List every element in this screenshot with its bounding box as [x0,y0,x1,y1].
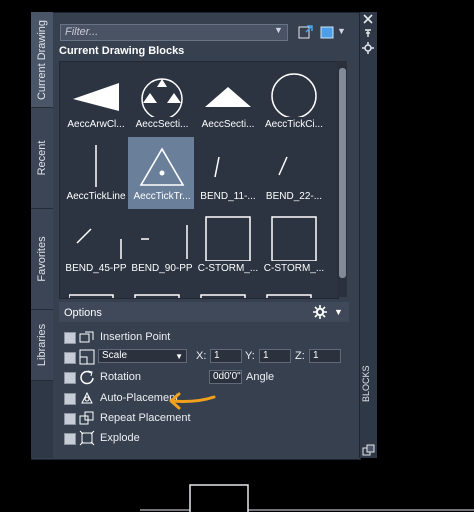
repeat-placement-label: Repeat Placement [100,412,191,424]
arrow-block-icon [73,83,119,111]
import-blocks-icon[interactable] [298,25,314,40]
block-item[interactable]: AeccTickCi... [260,65,326,137]
rotation-label: Rotation [100,371,141,383]
block-label: AeccTickLine [66,191,126,202]
block-label: BEND_22-... [265,191,323,202]
gear-icon[interactable] [313,305,327,319]
block-item[interactable]: AeccSecti... [128,65,194,137]
close-icon[interactable] [363,14,373,24]
scale-checkbox[interactable] [64,352,76,364]
insertion-point-option[interactable]: Insertion Point [64,328,354,346]
block-item[interactable]: C-STORM_... [194,209,260,281]
bend-block-icon [278,156,288,176]
block-item[interactable]: BEND_45-PP [62,209,128,281]
rotation-icon [80,370,94,385]
tab-current-drawing[interactable]: Current Drawing [31,12,53,108]
tab-recent[interactable]: Recent [31,108,53,209]
section-block-icon [205,87,251,107]
rotation-option[interactable]: Rotation 0d0'0" Angle [64,368,354,386]
bend-block-icon [141,225,188,259]
pin-icon[interactable] [363,28,373,38]
insertion-point-label: Insertion Point [100,331,171,343]
block-label: AeccTickTr... [133,191,191,202]
block-label: C-STORM_... [197,263,259,274]
repeat-placement-icon [79,411,94,425]
annotation-arrow-icon [169,392,216,410]
tab-libraries[interactable]: Libraries [31,310,53,381]
tab-label: Recent [36,140,48,176]
block-item[interactable]: BEND_11-... [194,137,260,209]
options-header[interactable] [59,302,349,322]
chevron-down-icon[interactable]: ▼ [274,25,283,35]
repeat-placement-option[interactable]: Repeat Placement [64,409,354,427]
y-scale-field[interactable]: 1 [259,349,291,363]
x-label: X: [196,350,207,362]
insertion-point-icon [79,331,94,343]
z-label: Z: [295,350,305,362]
palette-tabs: Current Drawing Recent Favorites Librari… [31,12,53,458]
block-item[interactable]: BEND_22-... [260,137,326,209]
block-label: AeccSecti... [201,119,255,130]
block-label: C-STORM_... [263,263,325,274]
y-label: Y: [245,350,255,362]
explode-checkbox[interactable] [64,433,76,445]
tab-label: Libraries [36,323,48,367]
block-item-selected[interactable]: AeccTickTr... [128,137,194,209]
chevron-down-icon[interactable]: ▼ [334,307,343,317]
tab-label: Favorites [36,236,48,282]
explode-icon [79,430,95,446]
block-label: BEND_11-... [200,191,256,202]
block-item[interactable]: C-STORM_... [260,209,326,281]
rotation-checkbox[interactable] [64,372,76,384]
block-label: BEND_45-PP [65,263,127,274]
angle-field[interactable]: 0d0'0" [209,370,242,384]
block-label: BEND_90-PP [131,263,193,274]
block-label: AeccArwCl... [67,119,125,130]
section-block-icon [141,78,183,117]
tab-label: Current Drawing [36,19,48,100]
tab-favorites[interactable]: Favorites [31,209,53,310]
auto-placement-icon [81,391,93,404]
storm-block-icon [271,216,317,261]
tick-circle-block-icon [271,73,317,117]
partial-block-row [69,294,312,298]
palette-title: BLOCKS [361,365,371,402]
drawing-canvas-linework [140,484,474,512]
scale-option[interactable]: Scale ▼ X: 1 Y: 1 Z: 1 [64,348,354,366]
scrollbar-thumb[interactable] [339,68,346,278]
scale-select-value: Scale [102,350,128,361]
options-title: Options [64,307,102,319]
block-label: AeccTickCi... [265,119,323,130]
tick-triangle-block-icon [139,147,185,186]
x-scale-field[interactable]: 1 [210,349,242,363]
block-item[interactable]: AeccSecti... [194,65,260,137]
storm-block-icon [205,216,251,261]
view-mode-icon[interactable] [320,26,334,39]
explode-label: Explode [100,432,140,444]
chevron-down-icon: ▼ [175,352,183,361]
scale-icon [79,349,95,365]
blocks-grid: AeccArwCl... AeccSecti... AeccSecti... A… [59,61,339,299]
chevron-down-icon[interactable]: ▼ [337,26,346,36]
properties-gear-icon[interactable] [362,42,374,54]
block-item[interactable]: AeccTickLine [62,137,128,209]
insertion-point-checkbox[interactable] [64,332,76,344]
block-label: AeccSecti... [135,119,189,130]
block-item[interactable]: AeccArwCl... [62,65,128,137]
explode-option[interactable]: Explode [64,429,354,447]
auto-placement-checkbox[interactable] [64,393,76,405]
filter-input[interactable]: Filter... [60,24,288,41]
bend-block-icon [214,156,220,178]
bend-block-icon [76,228,122,259]
z-scale-field[interactable]: 1 [309,349,341,363]
tick-line-block-icon [95,145,97,187]
angle-label: Angle [246,371,275,383]
scale-select[interactable]: Scale ▼ [98,349,187,363]
palette-icon[interactable] [362,444,375,457]
section-title: Current Drawing Blocks [59,45,185,57]
block-item[interactable]: BEND_90-PP [128,209,194,281]
repeat-placement-checkbox[interactable] [64,413,76,425]
